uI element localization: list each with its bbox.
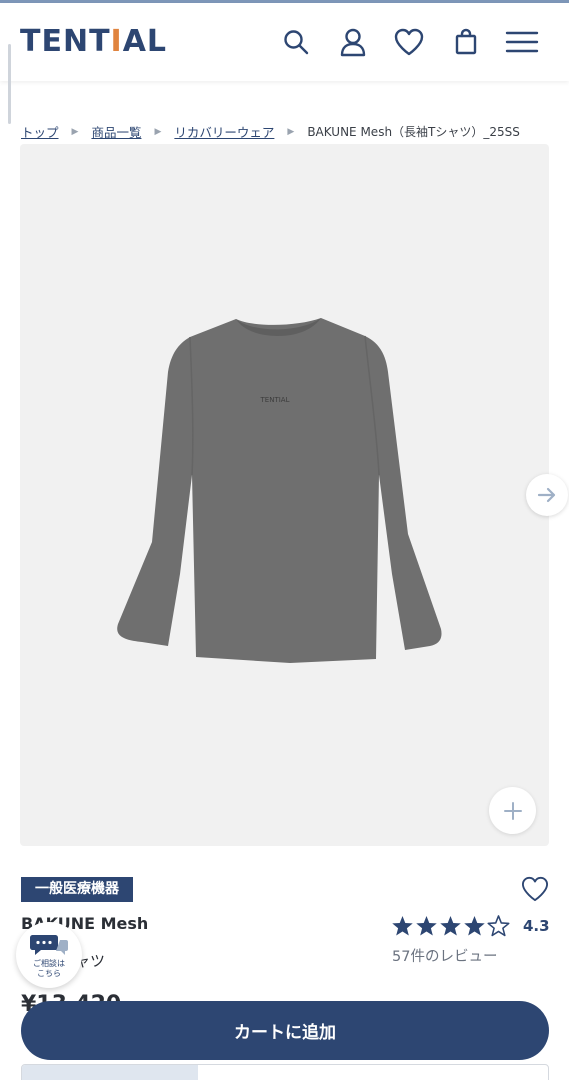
tshirt-image: TENTIAL — [117, 318, 442, 663]
heart-icon — [522, 876, 548, 902]
star-filled-icon — [392, 915, 413, 936]
zoom-image-button[interactable] — [489, 787, 536, 834]
plus-icon — [503, 801, 522, 820]
add-to-cart-button[interactable]: カートに追加 — [21, 1001, 549, 1060]
scrollbar[interactable] — [8, 44, 11, 124]
option-tab-active[interactable] — [22, 1065, 198, 1080]
account-icon[interactable] — [336, 25, 370, 59]
breadcrumb-link-recovery-wear[interactable]: リカバリーウェア — [174, 122, 274, 141]
rating[interactable]: 4.3 — [391, 915, 550, 937]
heart-icon[interactable] — [392, 25, 426, 59]
medical-device-badge: 一般医療機器 — [21, 877, 133, 902]
chat-label: ご相談は こちら — [33, 958, 65, 978]
breadcrumb-separator-icon: ▶ — [71, 126, 79, 137]
rating-value: 4.3 — [523, 917, 550, 935]
option-tabs — [21, 1064, 549, 1080]
star-filled-icon — [416, 915, 437, 936]
menu-icon[interactable] — [505, 25, 539, 59]
breadcrumb-link-top[interactable]: トップ — [21, 122, 59, 141]
chat-consult-button[interactable]: ご相談は こちら — [16, 922, 82, 988]
breadcrumb-link-products[interactable]: 商品一覧 — [91, 122, 141, 141]
next-image-button[interactable] — [526, 474, 568, 516]
star-filled-icon — [464, 915, 485, 936]
star-filled-icon — [440, 915, 461, 936]
breadcrumb-separator-icon: ▶ — [154, 126, 162, 137]
arrow-right-icon — [537, 487, 556, 503]
rating-stars — [391, 915, 511, 937]
breadcrumb-current: BAKUNE Mesh（長袖Tシャツ）_25SS — [307, 125, 520, 139]
search-icon[interactable] — [279, 25, 313, 59]
site-logo[interactable]: TENTIAL — [20, 25, 167, 59]
breadcrumb-separator-icon: ▶ — [287, 126, 295, 137]
review-count-link[interactable]: 57件のレビュー — [392, 945, 497, 966]
bag-icon[interactable] — [449, 25, 483, 59]
favorite-button[interactable] — [518, 874, 552, 904]
chat-icon — [30, 934, 68, 955]
site-header: TENTIAL — [0, 3, 569, 81]
product-image[interactable]: TENTIAL — [20, 144, 549, 846]
shirt-print: TENTIAL — [260, 396, 290, 404]
breadcrumb: トップ ▶ 商品一覧 ▶ リカバリーウェア ▶ BAKUNE Mesh（長袖Tシ… — [21, 122, 520, 141]
star-empty-icon — [487, 915, 510, 937]
